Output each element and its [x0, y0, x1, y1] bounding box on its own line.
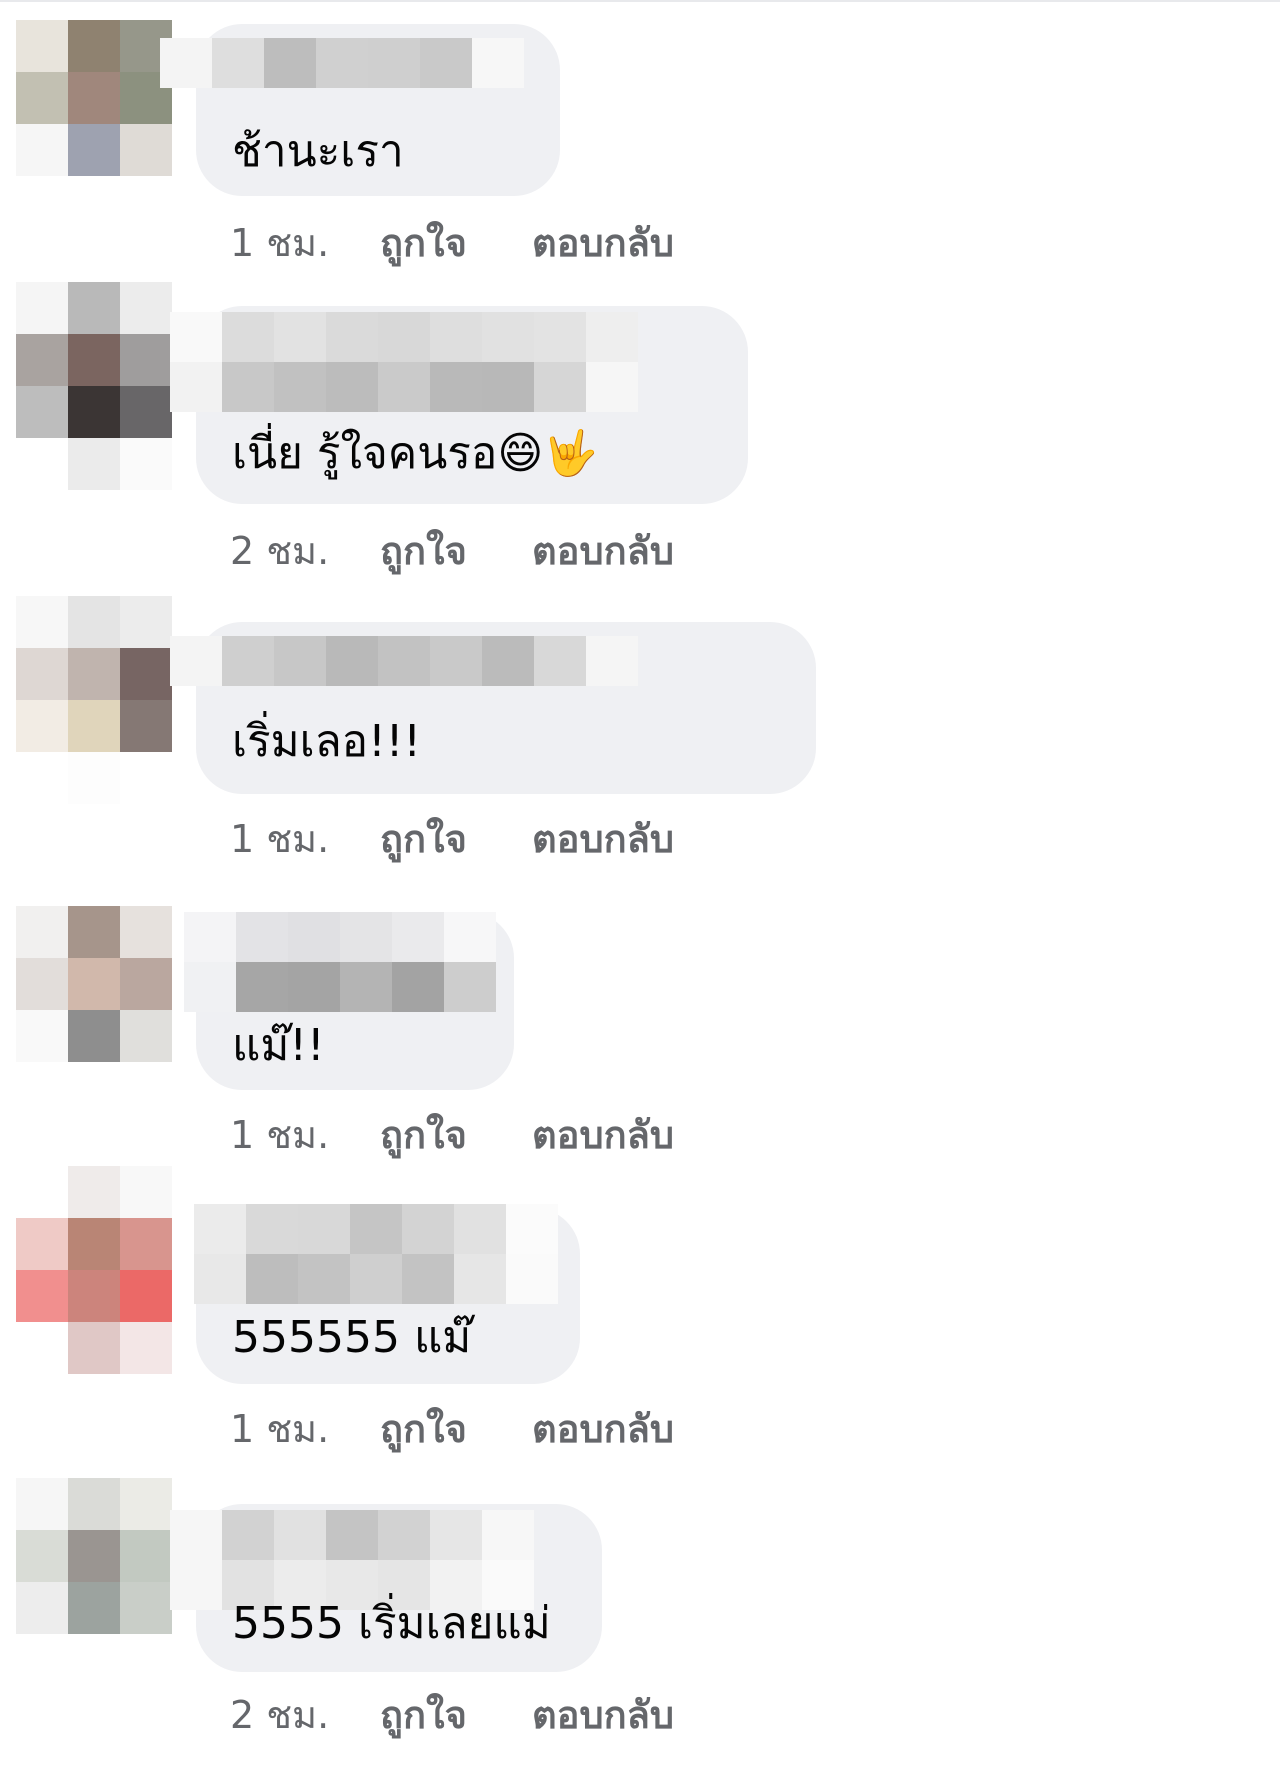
like-button[interactable]: ถูกใจ: [380, 808, 532, 869]
avatar[interactable]: [16, 1478, 172, 1686]
reply-button[interactable]: ตอบกลับ: [532, 1684, 674, 1745]
top-divider: [0, 0, 1280, 2]
like-button[interactable]: ถูกใจ: [380, 1104, 532, 1165]
comment-actions: 2 ชม. ถูกใจ ตอบกลับ: [230, 1684, 674, 1745]
reply-button[interactable]: ตอบกลับ: [532, 808, 674, 869]
commenter-name-blurred[interactable]: [160, 38, 524, 88]
comment-text: เริ่มเลอ!!!: [232, 716, 422, 767]
reply-button[interactable]: ตอบกลับ: [532, 520, 674, 581]
avatar[interactable]: [16, 1166, 172, 1374]
comment-actions: 2 ชม. ถูกใจ ตอบกลับ: [230, 520, 674, 581]
comment-bubble[interactable]: แม๊!!: [184, 912, 514, 1090]
comment-bubble[interactable]: ช้านะเรา: [160, 24, 560, 196]
like-button[interactable]: ถูกใจ: [380, 212, 532, 273]
avatar[interactable]: [16, 906, 172, 1114]
commenter-name-blurred[interactable]: [170, 636, 638, 686]
commenter-name-blurred[interactable]: [170, 312, 638, 412]
comment-timestamp[interactable]: 1 ชม.: [230, 1104, 380, 1165]
avatar[interactable]: [16, 282, 172, 490]
comment-timestamp[interactable]: 1 ชม.: [230, 808, 380, 869]
commenter-name-blurred[interactable]: [170, 1510, 534, 1610]
avatar[interactable]: [16, 20, 172, 228]
comment-timestamp[interactable]: 2 ชม.: [230, 1684, 380, 1745]
comment-timestamp[interactable]: 1 ชม.: [230, 1398, 380, 1459]
comment-text: แม๊!!: [232, 1020, 325, 1071]
comment-actions: 1 ชม. ถูกใจ ตอบกลับ: [230, 1104, 674, 1165]
comment-bubble[interactable]: 5555 เริ่มเลยแม่: [170, 1504, 602, 1672]
comment-bubble[interactable]: 555555 แม๊: [194, 1204, 580, 1384]
comment-bubble[interactable]: เริ่มเลอ!!!: [170, 622, 816, 794]
comment-bubble[interactable]: เนี่ย รู้ใจคนรอ😄🤟: [170, 306, 748, 504]
like-button[interactable]: ถูกใจ: [380, 520, 532, 581]
comment-actions: 1 ชม. ถูกใจ ตอบกลับ: [230, 808, 674, 869]
commenter-name-blurred[interactable]: [184, 912, 496, 1012]
reply-button[interactable]: ตอบกลับ: [532, 1104, 674, 1165]
reply-button[interactable]: ตอบกลับ: [532, 212, 674, 273]
reply-button[interactable]: ตอบกลับ: [532, 1398, 674, 1459]
comment-text: 5555 เริ่มเลยแม่: [232, 1598, 551, 1649]
comment-timestamp[interactable]: 1 ชม.: [230, 212, 380, 273]
avatar[interactable]: [16, 596, 172, 804]
commenter-name-blurred[interactable]: [194, 1204, 558, 1304]
like-button[interactable]: ถูกใจ: [380, 1684, 532, 1745]
comment-text: 555555 แม๊: [232, 1312, 472, 1363]
comment-text: ช้านะเรา: [232, 126, 404, 177]
comment-timestamp[interactable]: 2 ชม.: [230, 520, 380, 581]
like-button[interactable]: ถูกใจ: [380, 1398, 532, 1459]
comment-actions: 1 ชม. ถูกใจ ตอบกลับ: [230, 212, 674, 273]
comment-actions: 1 ชม. ถูกใจ ตอบกลับ: [230, 1398, 674, 1459]
comment-text: เนี่ย รู้ใจคนรอ😄🤟: [232, 428, 599, 479]
